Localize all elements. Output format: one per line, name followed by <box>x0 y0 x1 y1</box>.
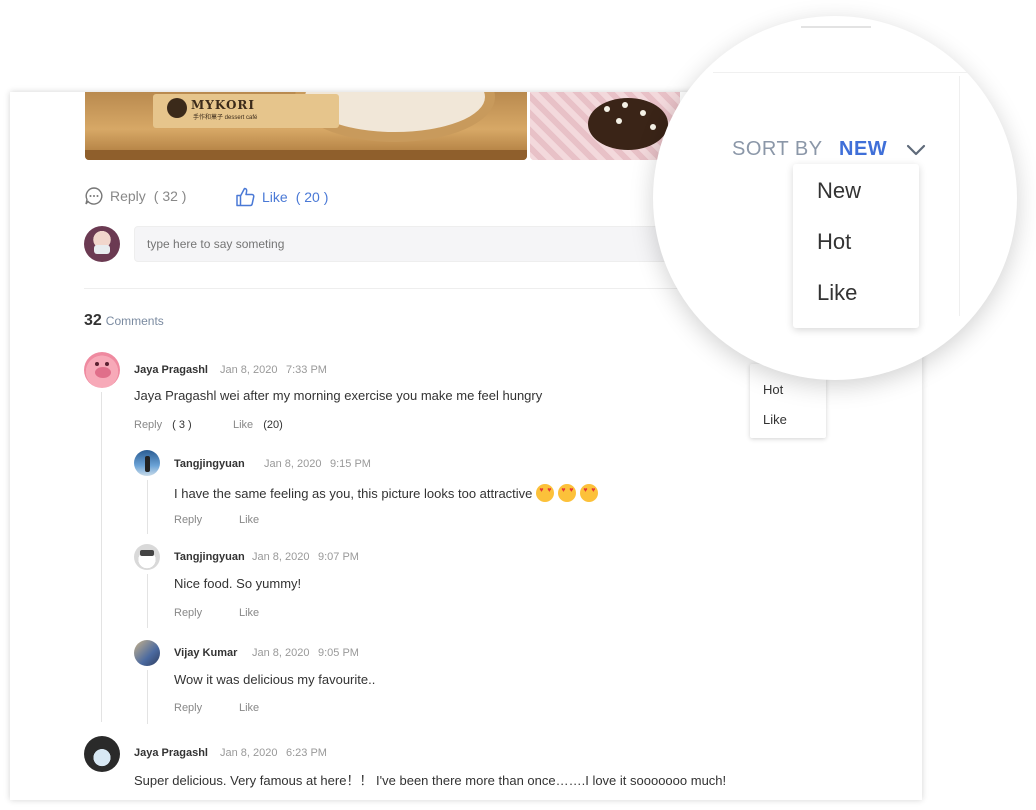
donut <box>588 98 668 150</box>
thread-line <box>147 670 148 724</box>
comment-reply-button[interactable]: Reply ( 3 ) <box>134 419 192 431</box>
reply-text-body: I have the same feeling as you, this pic… <box>174 486 533 501</box>
reply-time: 9:07 PM <box>318 551 359 563</box>
post-like-label: Like <box>262 189 288 205</box>
divider <box>713 72 973 73</box>
current-user-avatar <box>84 226 120 262</box>
pig-eye <box>105 362 109 366</box>
avatar-girl[interactable] <box>84 736 120 772</box>
reply-like-button[interactable]: Like <box>239 607 259 619</box>
thread-line <box>147 480 148 534</box>
reply-author[interactable]: Vijay Kumar <box>174 647 237 659</box>
sprinkle <box>650 124 656 130</box>
shop-logo-text: MYKORI <box>191 98 255 112</box>
sprinkle <box>640 110 646 116</box>
post-reply-button[interactable]: Reply ( 32 ) <box>84 186 186 206</box>
avatar-pig[interactable] <box>84 352 120 388</box>
post-photo-dessert-shop[interactable]: MYKORI 手作和菓子 dessert café <box>85 92 527 160</box>
divider <box>801 26 871 28</box>
sort-option-like[interactable]: Like <box>763 412 787 427</box>
comment-time: 6:23 PM <box>286 747 327 759</box>
sort-option-new[interactable]: New <box>817 178 861 204</box>
pig-snout <box>95 367 111 378</box>
comment-time: 7:33 PM <box>286 364 327 376</box>
reply-time: 9:15 PM <box>330 458 371 470</box>
reply-reply-button[interactable]: Reply <box>174 514 202 526</box>
heart-eyes-emoji-icon <box>580 484 599 502</box>
comment-author[interactable]: Jaya Pragashl <box>134 747 208 759</box>
comment-author[interactable]: Jaya Pragashl <box>134 364 208 376</box>
reply-date: Jan 8, 2020 <box>252 647 310 659</box>
like-label: Like <box>233 419 254 431</box>
sort-option-like[interactable]: Like <box>817 280 857 306</box>
post-reply-label: Reply <box>110 188 146 204</box>
comments-count: 32 Comments <box>84 312 164 330</box>
reply-text: Wow it was delicious my favourite.. <box>174 672 376 687</box>
comment-date: Jan 8, 2020 <box>220 747 278 759</box>
sort-by-label: SORT BY <box>732 138 823 160</box>
comment-input[interactable] <box>134 226 694 262</box>
shop-logo-subtext: 手作和菓子 dessert café <box>193 115 258 121</box>
pig-eye <box>95 362 99 366</box>
like-count: (20) <box>263 419 283 431</box>
avatar-hat[interactable] <box>134 544 160 570</box>
shop-logo-icon <box>167 98 187 118</box>
comments-count-number: 32 <box>84 312 102 329</box>
comments-count-label: Comments <box>105 314 164 328</box>
sort-option-hot[interactable]: Hot <box>763 382 783 397</box>
sort-dropdown-menu-zoomed: New Hot Like <box>793 164 919 328</box>
post-photo-donut[interactable] <box>530 92 680 160</box>
comment-like-button[interactable]: Like (20) <box>233 419 283 431</box>
post-like-button[interactable]: Like ( 20 ) <box>234 186 328 208</box>
avatar-bike[interactable] <box>134 640 160 666</box>
reply-reply-button[interactable]: Reply <box>174 607 202 619</box>
comment-text: Super delicious. Very famous at here！！ I… <box>134 773 727 788</box>
reply-author[interactable]: Tangjingyuan <box>174 458 245 470</box>
reply-text: I have the same feeling as you, this pic… <box>174 484 599 502</box>
sprinkle <box>604 106 610 112</box>
post-like-count: ( 20 ) <box>295 189 329 205</box>
sort-option-hot[interactable]: Hot <box>817 229 851 255</box>
sprinkle <box>616 118 622 124</box>
sprinkle <box>622 102 628 108</box>
thread-line <box>101 392 102 722</box>
zoom-magnifier: SORT BY NEW New Hot Like <box>653 16 1017 380</box>
avatar-sky[interactable] <box>134 450 160 476</box>
comment-text: Jaya Pragashl wei after my morning exerc… <box>134 388 543 403</box>
reply-time: 9:05 PM <box>318 647 359 659</box>
comment-date: Jan 8, 2020 <box>220 364 278 376</box>
reply-like-button[interactable]: Like <box>239 514 259 526</box>
thumbs-up-icon <box>236 187 255 207</box>
reply-author[interactable]: Tangjingyuan <box>174 551 245 563</box>
shelf <box>85 150 527 160</box>
reply-date: Jan 8, 2020 <box>252 551 310 563</box>
reply-count: ( 3 ) <box>172 419 192 431</box>
reply-date: Jan 8, 2020 <box>264 458 322 470</box>
comment-bubble-icon <box>85 187 103 205</box>
heart-eyes-emoji-icon <box>536 484 555 502</box>
post-reply-count: ( 32 ) <box>153 188 187 204</box>
reply-like-button[interactable]: Like <box>239 702 259 714</box>
thread-line <box>147 574 148 628</box>
sort-by-selected[interactable]: NEW <box>839 138 887 161</box>
reply-label: Reply <box>134 419 163 431</box>
chevron-down-icon[interactable] <box>905 140 927 160</box>
heart-eyes-emoji-icon <box>558 484 577 502</box>
reply-reply-button[interactable]: Reply <box>174 702 202 714</box>
divider <box>959 76 960 316</box>
reply-text: Nice food. So yummy! <box>174 576 302 591</box>
